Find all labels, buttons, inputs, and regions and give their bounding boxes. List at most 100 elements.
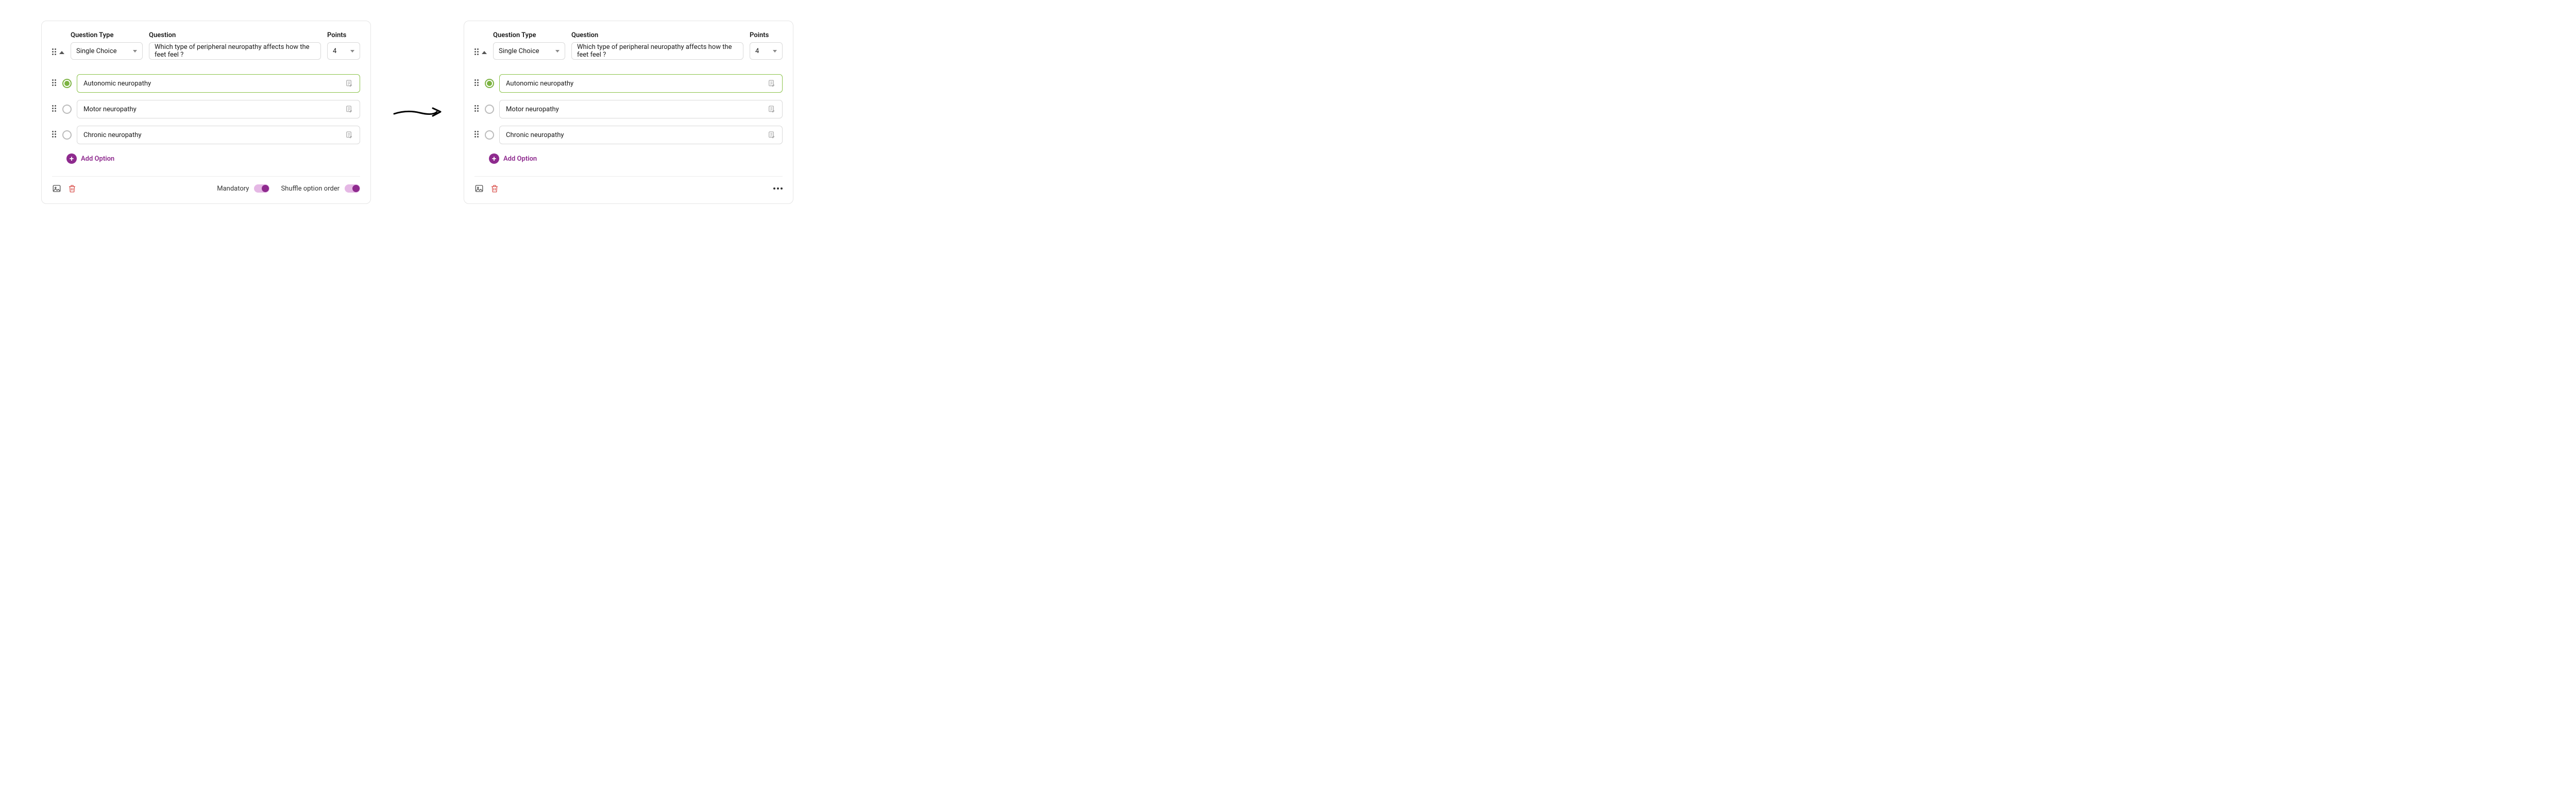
chevron-down-icon — [555, 50, 560, 53]
chevron-down-icon — [133, 50, 137, 53]
card-drag-collapse[interactable] — [474, 48, 487, 60]
card-drag-collapse[interactable] — [52, 48, 64, 60]
drag-handle-icon[interactable] — [474, 48, 480, 57]
options-list: Autonomic neuropathy Motor neuropathy Ch… — [474, 74, 783, 144]
collapse-icon[interactable] — [482, 51, 487, 54]
option-label: Chronic neuropathy — [506, 131, 564, 139]
drag-handle-icon[interactable] — [52, 79, 57, 88]
option-label: Chronic neuropathy — [83, 131, 142, 139]
question-text-input[interactable]: Which type of peripheral neuropathy affe… — [149, 42, 321, 60]
footer-left — [52, 184, 77, 193]
drag-handle-icon[interactable] — [474, 131, 480, 139]
trash-icon[interactable] — [490, 184, 499, 193]
note-icon[interactable] — [768, 105, 776, 113]
trash-icon[interactable] — [67, 184, 77, 193]
shuffle-label: Shuffle option order — [281, 185, 340, 193]
points-label: Points — [750, 31, 783, 39]
option-input[interactable]: Autonomic neuropathy — [499, 74, 783, 93]
drag-handle-icon[interactable] — [474, 105, 480, 113]
option-label: Autonomic neuropathy — [83, 80, 151, 88]
option-radio[interactable] — [485, 130, 494, 140]
points-value: 4 — [333, 47, 336, 55]
option-label: Motor neuropathy — [83, 106, 137, 113]
note-icon[interactable] — [768, 131, 776, 139]
note-icon[interactable] — [345, 131, 353, 139]
question-type-field: Question Type Single Choice — [71, 31, 143, 60]
question-header: Question Type Single Choice Question Whi… — [52, 31, 360, 60]
option-radio[interactable] — [62, 79, 72, 88]
question-card-left: Question Type Single Choice Question Whi… — [41, 21, 371, 204]
plus-icon: + — [66, 153, 77, 164]
option-input[interactable]: Autonomic neuropathy — [77, 74, 360, 93]
shuffle-toggle-group: Shuffle option order — [281, 184, 360, 193]
option-row: Autonomic neuropathy — [474, 74, 783, 93]
option-row: Motor neuropathy — [474, 100, 783, 118]
option-row: Autonomic neuropathy — [52, 74, 360, 93]
question-text-value: Which type of peripheral neuropathy affe… — [155, 43, 315, 59]
add-option-button[interactable]: + Add Option — [66, 153, 360, 164]
option-radio[interactable] — [62, 130, 72, 140]
option-input[interactable]: Motor neuropathy — [499, 100, 783, 118]
more-options-icon[interactable] — [773, 187, 783, 190]
option-radio[interactable] — [485, 105, 494, 114]
mandatory-toggle-group: Mandatory — [217, 184, 269, 193]
option-input[interactable]: Chronic neuropathy — [499, 126, 783, 144]
option-input[interactable]: Motor neuropathy — [77, 100, 360, 118]
points-label: Points — [327, 31, 360, 39]
option-label: Autonomic neuropathy — [506, 80, 573, 88]
question-type-field: Question Type Single Choice — [493, 31, 565, 60]
image-icon[interactable] — [474, 184, 484, 193]
note-icon[interactable] — [768, 79, 776, 88]
drag-handle-icon[interactable] — [52, 131, 57, 139]
drag-handle-icon[interactable] — [52, 105, 57, 113]
chevron-down-icon — [773, 50, 777, 53]
transition-arrow-icon — [392, 105, 443, 120]
question-type-label: Question Type — [71, 31, 143, 39]
question-type-select[interactable]: Single Choice — [71, 42, 143, 60]
option-label: Motor neuropathy — [506, 106, 559, 113]
mandatory-label: Mandatory — [217, 185, 249, 193]
points-field: Points 4 — [327, 31, 360, 60]
option-radio[interactable] — [62, 105, 72, 114]
question-text-field: Question Which type of peripheral neurop… — [571, 31, 743, 60]
footer-right: Mandatory Shuffle option order — [217, 184, 360, 193]
option-row: Chronic neuropathy — [52, 126, 360, 144]
question-type-label: Question Type — [493, 31, 565, 39]
option-input[interactable]: Chronic neuropathy — [77, 126, 360, 144]
question-text-input[interactable]: Which type of peripheral neuropathy affe… — [571, 42, 743, 60]
image-icon[interactable] — [52, 184, 61, 193]
note-icon[interactable] — [345, 79, 353, 88]
question-text-field: Question Which type of peripheral neurop… — [149, 31, 321, 60]
add-option-button[interactable]: + Add Option — [489, 153, 783, 164]
option-row: Motor neuropathy — [52, 100, 360, 118]
question-card-right: Question Type Single Choice Question Whi… — [464, 21, 793, 204]
add-option-label: Add Option — [81, 155, 114, 163]
card-footer — [474, 176, 783, 193]
question-text-value: Which type of peripheral neuropathy affe… — [577, 43, 738, 59]
chevron-down-icon — [350, 50, 354, 53]
points-value: 4 — [755, 47, 759, 55]
question-label: Question — [571, 31, 743, 39]
shuffle-toggle[interactable] — [345, 184, 360, 193]
points-select[interactable]: 4 — [327, 42, 360, 60]
plus-icon: + — [489, 153, 499, 164]
card-footer: Mandatory Shuffle option order — [52, 176, 360, 193]
drag-handle-icon[interactable] — [52, 48, 57, 57]
collapse-icon[interactable] — [59, 51, 64, 54]
footer-left — [474, 184, 499, 193]
question-label: Question — [149, 31, 321, 39]
question-type-select[interactable]: Single Choice — [493, 42, 565, 60]
drag-handle-icon[interactable] — [474, 79, 480, 88]
question-type-value: Single Choice — [499, 47, 539, 55]
options-list: Autonomic neuropathy Motor neuropathy Ch… — [52, 74, 360, 144]
footer-right — [773, 187, 783, 190]
option-row: Chronic neuropathy — [474, 126, 783, 144]
points-select[interactable]: 4 — [750, 42, 783, 60]
mandatory-toggle[interactable] — [254, 184, 269, 193]
option-radio[interactable] — [485, 79, 494, 88]
question-type-value: Single Choice — [76, 47, 117, 55]
add-option-label: Add Option — [503, 155, 537, 163]
note-icon[interactable] — [345, 105, 353, 113]
points-field: Points 4 — [750, 31, 783, 60]
question-header: Question Type Single Choice Question Whi… — [474, 31, 783, 60]
